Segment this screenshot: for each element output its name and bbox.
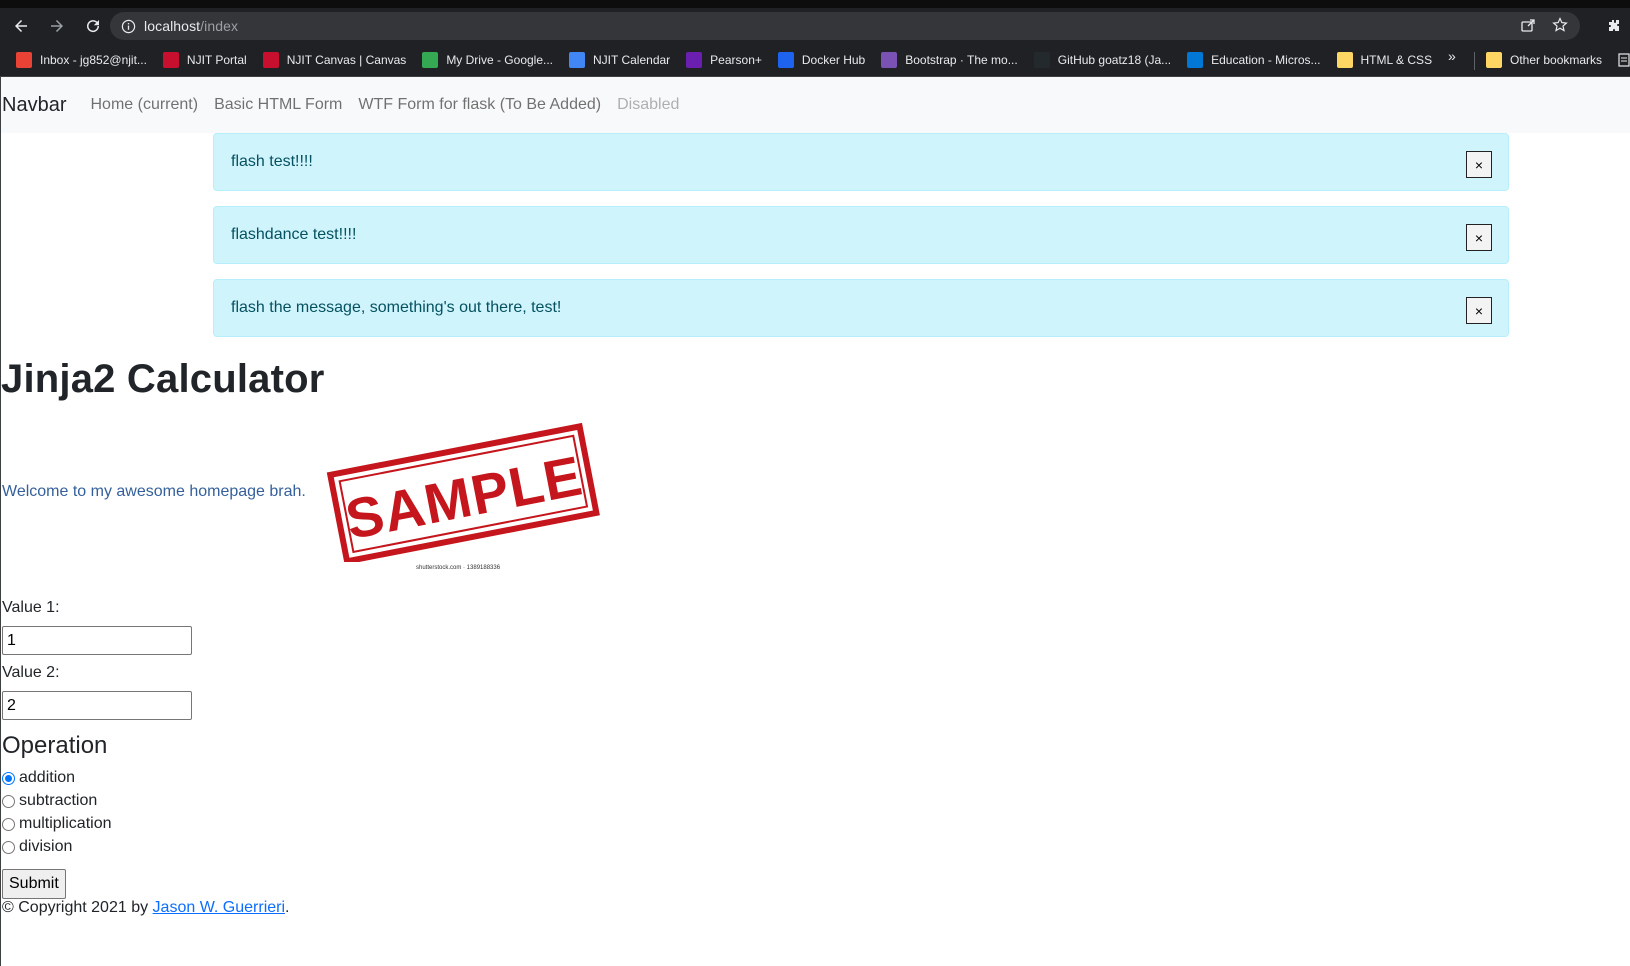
submit-button[interactable]: Submit	[2, 869, 66, 899]
radio-button[interactable]	[2, 817, 15, 831]
radio-button-checked[interactable]	[2, 771, 15, 785]
radio-label: subtraction	[19, 792, 98, 809]
bookmark-item[interactable]: NJIT Calendar	[561, 47, 678, 73]
bookmark-label: HTML & CSS	[1360, 53, 1433, 67]
github-icon	[1033, 52, 1050, 68]
url-path: /index	[200, 18, 239, 34]
extensions-puzzle-icon[interactable]	[1606, 18, 1622, 34]
value2-input[interactable]	[2, 691, 192, 720]
google-drive-icon	[422, 52, 439, 68]
footer: © Copyright 2021 by Jason W. Guerrieri.	[2, 899, 289, 917]
url-host: localhost	[144, 18, 201, 34]
alert-message: flash the message, something's out there…	[231, 299, 562, 316]
other-bookmarks-label: Other bookmarks	[1510, 53, 1603, 67]
bookmarks-divider	[1474, 52, 1475, 70]
bookmark-item[interactable]: Inbox - jg852@njit...	[8, 47, 155, 73]
sample-stamp-image: SAMPLE	[321, 412, 603, 565]
nav-link-basic-form[interactable]: Basic HTML Form	[214, 96, 342, 114]
radio-label: division	[19, 838, 73, 855]
bookmark-label: Inbox - jg852@njit...	[40, 53, 147, 67]
radio-button[interactable]	[2, 794, 15, 808]
bookmark-label: NJIT Calendar	[593, 53, 671, 67]
share-icon[interactable]	[1520, 17, 1536, 33]
bookmark-label: Docker Hub	[801, 53, 866, 67]
radio-addition[interactable]: addition	[2, 769, 75, 787]
docker-icon	[777, 52, 794, 68]
folder-icon	[1486, 52, 1502, 68]
browser-toolbar: localhost/index	[0, 8, 1630, 44]
bookmark-label: Education - Micros...	[1211, 53, 1321, 67]
web-page: Navbar Home (current) Basic HTML Form WT…	[0, 77, 1630, 966]
bookmark-label: GitHub goatz18 (Ja...	[1057, 53, 1172, 67]
alert-message: flashdance test!!!!	[231, 226, 357, 243]
back-button[interactable]	[6, 11, 36, 41]
navbar-brand[interactable]: Navbar	[2, 94, 66, 117]
alert-close-button[interactable]: ×	[1466, 297, 1492, 324]
njit-icon	[162, 52, 179, 68]
radio-multiplication[interactable]: multiplication	[2, 815, 111, 833]
other-bookmarks[interactable]: Other bookmarks	[1478, 47, 1610, 73]
bookmark-star-icon[interactable]	[1552, 17, 1568, 33]
site-navbar: Navbar Home (current) Basic HTML Form WT…	[1, 77, 1630, 133]
welcome-text: Welcome to my awesome homepage brah.	[2, 483, 306, 500]
value1-input[interactable]	[2, 626, 192, 655]
bookmark-label: Bootstrap · The mo...	[905, 53, 1018, 67]
bookmark-label: My Drive - Google...	[446, 53, 554, 67]
radio-label: multiplication	[19, 815, 112, 832]
bookmark-item[interactable]: Bootstrap · The mo...	[873, 47, 1026, 73]
reading-list-icon[interactable]	[1618, 53, 1630, 67]
alert-close-button[interactable]: ×	[1466, 151, 1492, 178]
bookmark-label: NJIT Canvas | Canvas	[286, 53, 407, 67]
site-info-icon[interactable]	[120, 18, 136, 34]
reload-icon	[87, 20, 100, 33]
njit-icon	[262, 52, 279, 68]
page-title: Jinja2 Calculator	[1, 357, 325, 401]
more-bookmarks-button[interactable]: »	[1448, 48, 1456, 64]
bookmark-item[interactable]: My Drive - Google...	[414, 47, 561, 73]
value1-label: Value 1:	[2, 599, 60, 616]
bookmark-label: Pearson+	[710, 53, 762, 67]
reload-button[interactable]	[78, 11, 108, 41]
azure-icon	[1187, 52, 1204, 68]
stamp-credit: shutterstock.com · 1389188336	[416, 565, 501, 571]
flash-alert: flash test!!!! ×	[213, 133, 1509, 191]
footer-copyright: © Copyright 2021 by	[2, 899, 153, 916]
arrow-left-icon	[15, 20, 27, 32]
url-text: localhost/index	[144, 18, 238, 34]
bookmark-item[interactable]: Pearson+	[678, 47, 770, 73]
bookmark-item[interactable]: HTML & CSS	[1329, 47, 1441, 73]
radio-button[interactable]	[2, 840, 15, 854]
pearson-icon	[686, 52, 703, 68]
bookmark-item[interactable]: NJIT Portal	[155, 47, 255, 73]
flash-alert: flashdance test!!!! ×	[213, 206, 1509, 264]
alert-close-button[interactable]: ×	[1466, 224, 1492, 251]
radio-division[interactable]: division	[2, 838, 72, 856]
operation-heading: Operation	[2, 732, 108, 759]
value2-label: Value 2:	[2, 664, 60, 681]
flash-alert: flash the message, something's out there…	[213, 279, 1509, 337]
bookmark-item[interactable]: Education - Micros...	[1179, 47, 1328, 73]
nav-link-home[interactable]: Home (current)	[90, 96, 198, 114]
bookmark-item[interactable]: Docker Hub	[770, 47, 873, 73]
stamp-text: SAMPLE	[341, 444, 588, 552]
radio-label: addition	[19, 769, 76, 786]
footer-author-link[interactable]: Jason W. Guerrieri	[153, 899, 285, 916]
footer-period: .	[285, 899, 290, 916]
window-top-strip	[0, 0, 1630, 8]
address-bar[interactable]: localhost/index	[110, 12, 1580, 40]
nav-link-wtf-form[interactable]: WTF Form for flask (To Be Added)	[358, 96, 601, 114]
radio-subtraction[interactable]: subtraction	[2, 792, 97, 810]
bootstrap-icon	[881, 52, 898, 68]
bookmark-item[interactable]: GitHub goatz18 (Ja...	[1026, 47, 1179, 73]
nav-link-disabled: Disabled	[617, 96, 680, 113]
folder-icon	[1336, 52, 1353, 68]
bookmark-label: NJIT Portal	[186, 53, 247, 67]
calendar-icon	[569, 52, 586, 68]
gmail-icon	[16, 52, 32, 68]
bookmark-item[interactable]: NJIT Canvas | Canvas	[255, 47, 415, 73]
arrow-right-icon	[51, 20, 63, 32]
bookmarks-bar: Inbox - jg852@njit... NJIT Portal NJIT Can…	[0, 44, 1630, 77]
forward-button[interactable]	[42, 11, 72, 41]
alert-message: flash test!!!!	[231, 153, 313, 170]
